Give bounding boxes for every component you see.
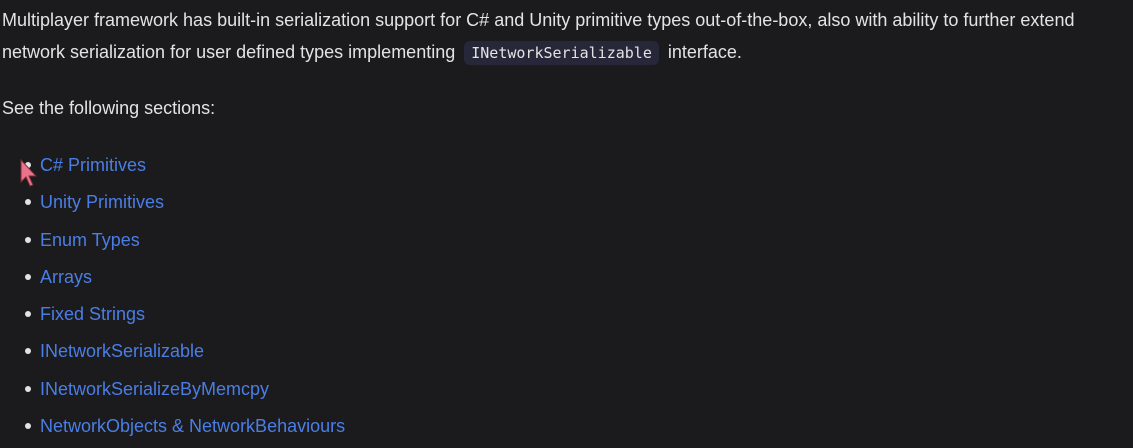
mouse-cursor-icon bbox=[20, 158, 38, 187]
list-item: Unity Primitives bbox=[0, 187, 345, 224]
list-item: C# Primitives bbox=[0, 150, 345, 187]
list-item: Arrays bbox=[0, 262, 345, 299]
link-inetworkserializable[interactable]: INetworkSerializable bbox=[40, 341, 204, 361]
list-item: NetworkObjects & NetworkBehaviours bbox=[0, 411, 345, 448]
link-networkobjects[interactable]: NetworkObjects & NetworkBehaviours bbox=[40, 416, 345, 436]
link-csharp-primitives[interactable]: C# Primitives bbox=[40, 155, 146, 175]
list-item: Enum Types bbox=[0, 225, 345, 262]
intro-text-end: interface. bbox=[667, 42, 742, 62]
see-label: See the following sections: bbox=[2, 98, 216, 118]
list-item: INetworkSerializeByMemcpy bbox=[0, 374, 345, 411]
sections-list: C# Primitives Unity Primitives Enum Type… bbox=[0, 150, 345, 448]
link-enum-types[interactable]: Enum Types bbox=[40, 230, 140, 250]
inline-code: INetworkSerializable bbox=[464, 41, 659, 65]
link-fixed-strings[interactable]: Fixed Strings bbox=[40, 304, 145, 324]
list-item: Fixed Strings bbox=[0, 299, 345, 336]
link-unity-primitives[interactable]: Unity Primitives bbox=[40, 192, 164, 212]
link-inetworkserializebymemcpy[interactable]: INetworkSerializeByMemcpy bbox=[40, 379, 269, 399]
list-item: INetworkSerializable bbox=[0, 336, 345, 373]
intro-paragraph: Multiplayer framework has built-in seria… bbox=[2, 4, 1127, 69]
link-arrays[interactable]: Arrays bbox=[40, 267, 92, 287]
